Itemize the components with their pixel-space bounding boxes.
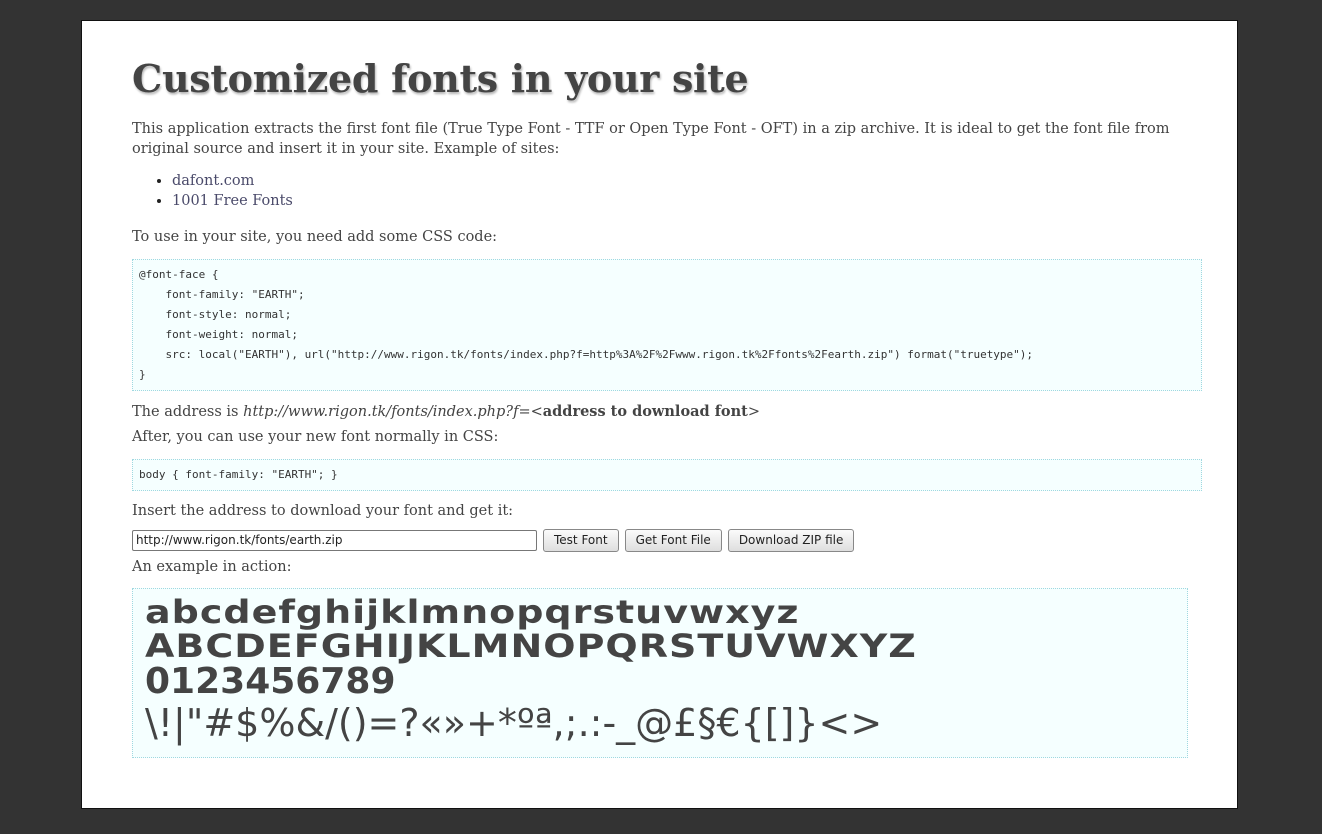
sample-symbols: \!|"#$%&/()=?«»+*ºª,;.:-_@£§€{[]}<>	[145, 701, 883, 745]
font-url-form: Test Font Get Font File Download ZIP fil…	[132, 528, 1202, 552]
font-face-code-block: @font-face { font-family: "EARTH"; font-…	[132, 259, 1202, 391]
address-description: The address is http://www.rigon.tk/fonts…	[132, 402, 1202, 422]
address-prefix: The address is	[132, 404, 244, 420]
list-item: dafont.com	[172, 171, 1202, 191]
font-sample-box: abcdefghijklmnopqrstuvwxyz ABCDEFGHIJKLM…	[132, 588, 1188, 758]
insert-address-text: Insert the address to download your font…	[132, 503, 514, 519]
address-suffix: >	[747, 404, 760, 420]
main-content: Customized fonts in your site This appli…	[132, 21, 1202, 758]
address-placeholder: address to download font	[542, 403, 748, 420]
dafont-link[interactable]: dafont.com	[172, 173, 254, 189]
test-font-button[interactable]: Test Font	[543, 528, 619, 552]
site-list: dafont.com 1001 Free Fonts	[132, 171, 1202, 211]
use-css-text: To use in your site, you need add some C…	[132, 229, 498, 245]
sample-digits: 0123456789	[145, 661, 396, 702]
after-text: After, you can use your new font normall…	[132, 429, 499, 445]
font-url-input[interactable]	[132, 529, 537, 551]
intro-paragraph: This application extracts the first font…	[132, 121, 1170, 157]
list-item: 1001 Free Fonts	[172, 191, 1202, 211]
sample-lowercase: abcdefghijklmnopqrstuvwxyz	[145, 593, 800, 631]
sample-uppercase: ABCDEFGHIJKLMNOPQRSTUVWXYZ	[145, 627, 917, 665]
font-family-code-block: body { font-family: "EARTH"; }	[132, 459, 1202, 491]
example-label: An example in action:	[132, 559, 292, 575]
1001-free-fonts-link[interactable]: 1001 Free Fonts	[172, 193, 293, 209]
address-equals: =<	[518, 404, 543, 420]
get-font-file-button[interactable]: Get Font File	[624, 528, 722, 552]
download-zip-button[interactable]: Download ZIP file	[727, 528, 855, 552]
page-title: Customized fonts in your site	[132, 56, 749, 101]
page-container: Customized fonts in your site This appli…	[81, 20, 1238, 809]
address-url: http://www.rigon.tk/fonts/index.php?f	[243, 404, 519, 420]
